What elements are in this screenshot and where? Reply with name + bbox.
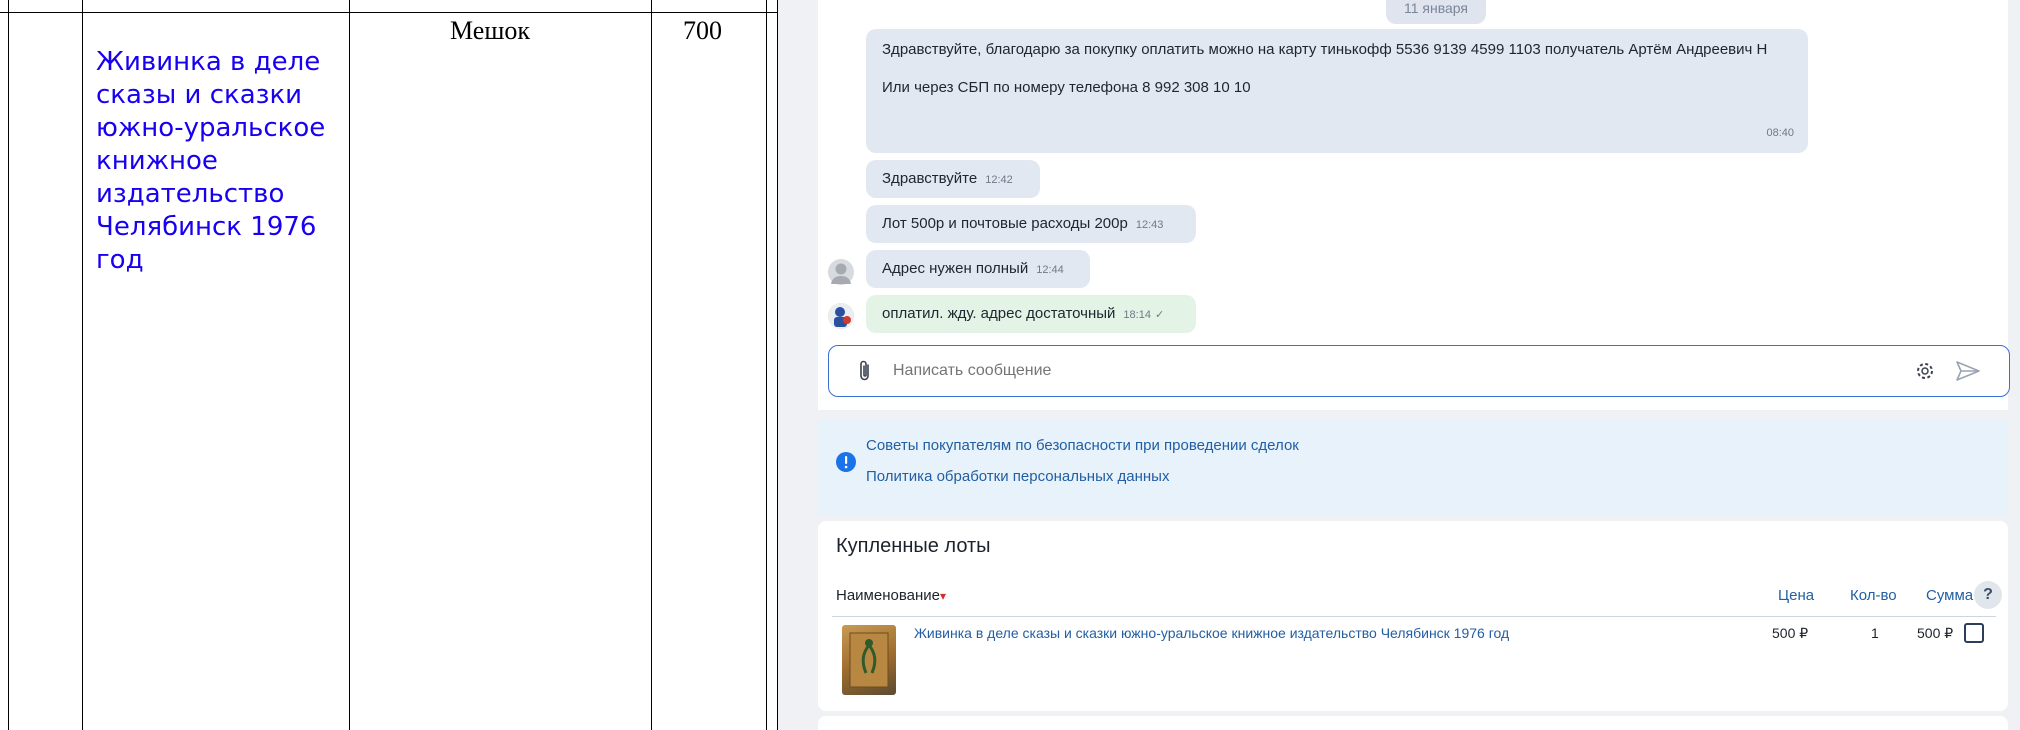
- message-time: 12:43: [1135, 219, 1164, 231]
- lot-qty: 1: [1871, 625, 1879, 641]
- message-text: Здравствуйте: [882, 170, 978, 187]
- message-time: 18:14: [1123, 309, 1151, 321]
- default-avatar-icon: [828, 259, 854, 285]
- message-bubble: Здравствуйте, благодарю за покупку оплат…: [866, 29, 1808, 153]
- package-cell: Мешок: [450, 16, 530, 45]
- message-time: 12:42: [985, 174, 1013, 186]
- column-header-name[interactable]: Наименование▾: [836, 587, 946, 604]
- quantity-cell: 700: [683, 16, 722, 45]
- date-chip: 11 января: [1386, 0, 1486, 24]
- lot-checkbox[interactable]: [1964, 623, 1984, 643]
- next-card: [818, 716, 2008, 730]
- lot-name-link[interactable]: Живинка в деле сказы и сказки южно-ураль…: [914, 625, 1509, 641]
- header-separator: [832, 616, 1996, 617]
- paperclip-icon[interactable]: [857, 359, 873, 383]
- chat-panel: 11 января Здравствуйте, благодарю за пок…: [818, 0, 2010, 410]
- message-bubble: Лот 500р и почтовые расходы 200р 12:43: [866, 205, 1196, 243]
- tips-link-privacy[interactable]: Политика обработки персональных данных: [866, 468, 1169, 485]
- table-row-top-border: [0, 12, 777, 13]
- table-divider: [82, 0, 83, 730]
- lot-price: 500 ₽: [1772, 625, 1809, 641]
- safety-tips-box: Советы покупателям по безопасности при п…: [818, 420, 2008, 516]
- column-header-qty[interactable]: Кол-во: [1850, 587, 1897, 604]
- exclamation-icon: [836, 452, 856, 472]
- item-description-cell: Живинка в деле сказы и сказки южно-ураль…: [96, 47, 326, 275]
- message-input[interactable]: [891, 356, 1855, 386]
- help-icon[interactable]: ?: [1974, 581, 2002, 609]
- table-border-left: [8, 0, 9, 730]
- message-time: 08:40: [1766, 127, 1794, 139]
- tips-link-safety[interactable]: Советы покупателям по безопасности при п…: [866, 437, 1299, 454]
- column-header-name-label: Наименование: [836, 587, 940, 604]
- own-message-bubble: оплатил. жду. адрес достаточный 18:14 ✓: [866, 295, 1196, 333]
- message-bubble: Адрес нужен полный 12:44: [866, 250, 1090, 288]
- user-avatar-icon: [828, 303, 854, 329]
- gear-icon[interactable]: [1915, 361, 1935, 381]
- column-header-sum[interactable]: Сумма: [1926, 587, 1973, 604]
- table-divider: [349, 0, 350, 730]
- message-text: оплатил. жду. адрес достаточный: [882, 305, 1116, 322]
- column-header-price[interactable]: Цена: [1778, 587, 1814, 604]
- bought-lots-title: Купленные лоты: [836, 535, 991, 557]
- message-text: Лот 500р и почтовые расходы 200р: [882, 215, 1128, 232]
- message-status-icon: ✓: [1154, 309, 1165, 321]
- sort-marker-icon: ▾: [939, 589, 947, 603]
- chat-screenshot: 11 января Здравствуйте, благодарю за пок…: [778, 0, 2020, 730]
- lot-thumbnail[interactable]: [842, 625, 896, 695]
- message-bubble: Здравствуйте 12:42: [866, 160, 1040, 198]
- table-divider: [766, 0, 767, 730]
- message-text: Или через СБП по номеру телефона 8 992 3…: [882, 79, 1251, 96]
- message-text: Здравствуйте, благодарю за покупку оплат…: [882, 41, 1768, 58]
- bought-lots-card: Купленные лоты Наименование▾ Цена Кол-во…: [818, 521, 2008, 711]
- table-divider: [651, 0, 652, 730]
- send-icon[interactable]: [1955, 359, 1981, 383]
- message-time: 12:44: [1036, 264, 1064, 276]
- message-text: Адрес нужен полный: [882, 260, 1029, 277]
- lot-sum: 500 ₽: [1917, 625, 1954, 641]
- message-input-box[interactable]: [828, 345, 2010, 397]
